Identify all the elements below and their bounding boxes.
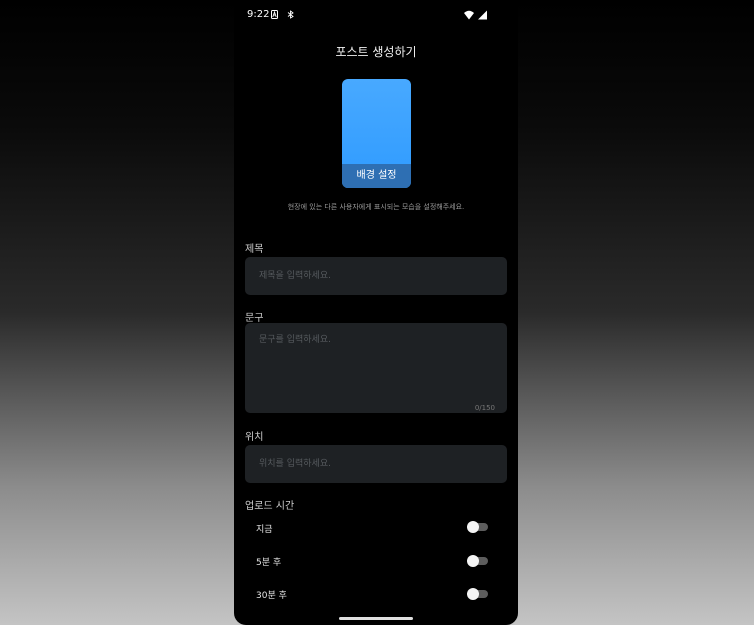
upload-option-now-label: 지금	[256, 525, 273, 535]
upload-option-5min-toggle[interactable]	[467, 555, 489, 567]
title-input[interactable]	[245, 257, 507, 295]
upload-option-5min-label: 5분 후	[256, 558, 282, 568]
status-bar: 9:22	[234, 0, 518, 30]
upload-option-now-toggle[interactable]	[467, 521, 489, 533]
location-field-container	[245, 445, 507, 483]
title-label: 제목	[245, 244, 264, 255]
content-label: 문구	[245, 313, 264, 324]
status-time: 9:22	[247, 9, 270, 20]
cast-icon	[287, 10, 294, 19]
location-label: 위치	[245, 432, 264, 443]
upload-option-30min-toggle[interactable]	[467, 588, 489, 600]
page-title: 포스트 생성하기	[335, 45, 417, 59]
wifi-icon	[464, 10, 474, 20]
content-field-container: 0/150	[245, 323, 507, 413]
content-char-counter: 0/150	[474, 404, 495, 412]
upload-option-30min-label: 30분 후	[256, 591, 287, 601]
home-indicator[interactable]	[339, 617, 413, 620]
location-input[interactable]	[245, 445, 507, 483]
signal-icon	[478, 10, 487, 20]
toggle-knob	[467, 588, 479, 600]
content-textarea[interactable]	[245, 323, 507, 413]
toggle-knob	[467, 555, 479, 567]
notification-a-icon	[271, 10, 278, 19]
background-description: 현장에 있는 다른 사용자에게 표시되는 모습을 설정해주세요.	[287, 203, 465, 211]
phone-screen: 9:22 포스트 생성하기 배경 설정 현장에 있는 다른 사용자에게 표시되는…	[234, 0, 518, 625]
background-setting-button[interactable]: 배경 설정	[342, 164, 411, 188]
toggle-knob	[467, 521, 479, 533]
upload-time-label: 업로드 시간	[245, 501, 295, 512]
background-preview-card[interactable]: 배경 설정	[342, 79, 411, 188]
title-field-container	[245, 257, 507, 295]
wifi-signal-icons	[464, 10, 487, 20]
